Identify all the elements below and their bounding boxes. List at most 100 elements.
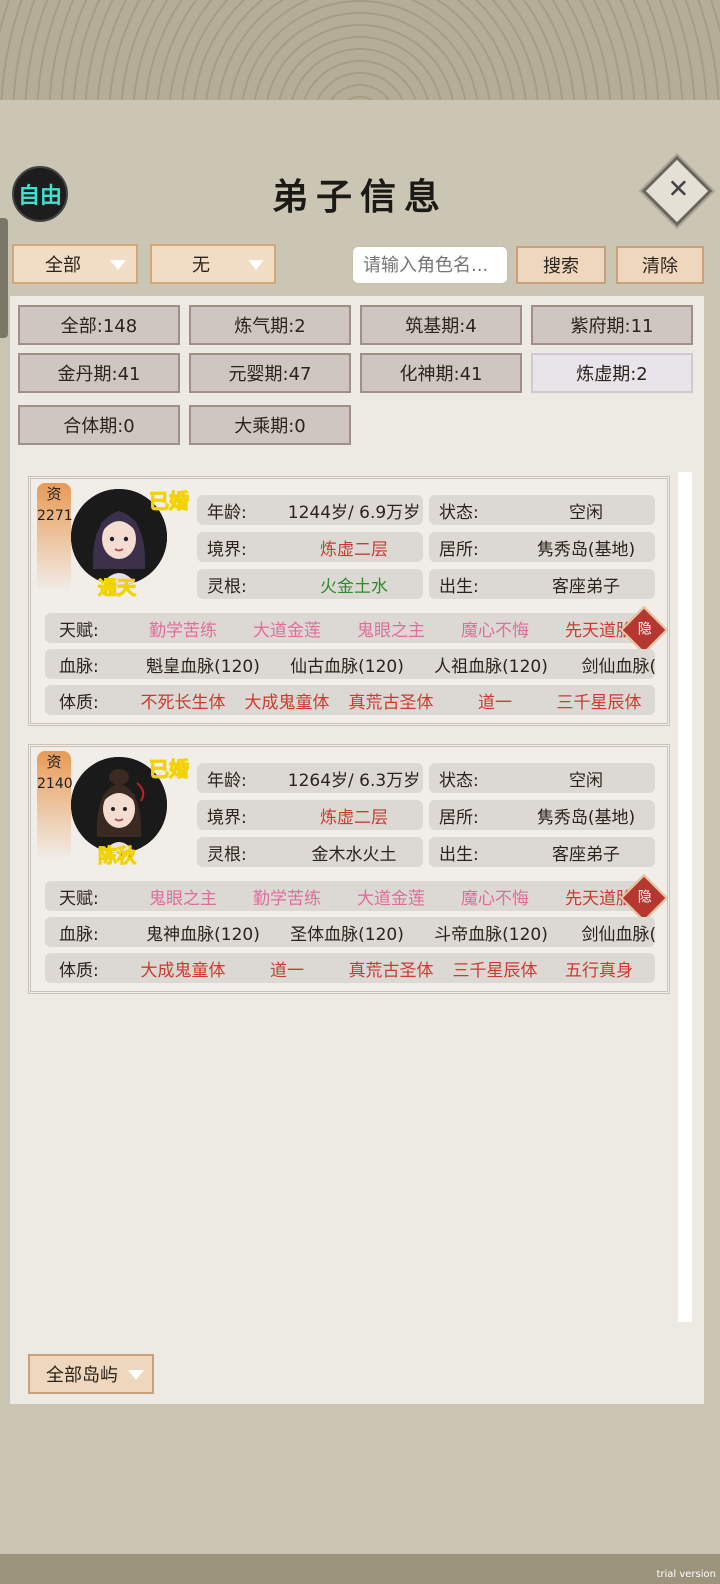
talent-item[interactable]: 鬼眼之主 [131, 884, 235, 909]
island-dropdown[interactable]: 全部岛屿 [28, 1354, 154, 1394]
physique-item[interactable]: 道一 [235, 956, 339, 981]
residence-label: 居所: [439, 807, 479, 828]
bottom-strip [0, 1554, 720, 1584]
realm-field: 境界: 炼虚二层 [197, 532, 423, 562]
bloodline-label: 血脉: [59, 656, 99, 677]
physique-item[interactable]: 大成鬼童体 [131, 956, 235, 981]
disciple-name: 通天 [97, 577, 136, 600]
bloodline-item[interactable]: 魁皇血脉(120) [131, 652, 275, 677]
talent-item[interactable]: 大道金莲 [339, 884, 443, 909]
physique-item[interactable]: 大成鬼童体 [235, 688, 339, 713]
bloodline-item[interactable]: 剑仙血脉(120 [563, 652, 655, 677]
talent-item[interactable]: 勤学苦练 [131, 616, 235, 641]
chevron-down-icon [248, 260, 264, 270]
residence-value: 隽秀岛(基地) [536, 539, 636, 560]
tab-void-refining[interactable]: 炼虚期:2 [531, 353, 693, 393]
bloodline-item[interactable]: 鬼神血脉(120) [131, 920, 275, 945]
physique-row: 体质: 不死长生体 大成鬼童体 真荒古圣体 道一 三千星辰体 [45, 685, 655, 715]
realm-field: 境界: 炼虚二层 [197, 800, 423, 830]
aptitude-value: 2140 [37, 776, 73, 792]
close-icon: ✕ [667, 174, 690, 205]
married-status: 已婚 [149, 489, 190, 514]
origin-field: 出生: 客座弟子 [429, 837, 655, 867]
tab-purple-mansion[interactable]: 紫府期:11 [531, 305, 693, 345]
filter-dropdown[interactable]: 无 [150, 244, 276, 284]
spirit-root-value: 火金土水 [320, 576, 388, 597]
spirit-root-field: 灵根: 火金土水 [197, 569, 423, 599]
category-dropdown[interactable]: 全部 [12, 244, 138, 284]
tab-mahayana[interactable]: 大乘期:0 [189, 405, 351, 445]
aptitude-char: 资 [46, 753, 62, 771]
status-value: 空闲 [569, 502, 603, 523]
aptitude-value: 2271 [37, 508, 73, 524]
physique-item[interactable]: 三千星辰体 [547, 688, 651, 713]
search-input[interactable] [352, 246, 508, 284]
age-label: 年龄: [207, 770, 247, 791]
tab-golden-core[interactable]: 金丹期:41 [18, 353, 180, 393]
physique-item[interactable]: 不死长生体 [131, 688, 235, 713]
physique-row: 体质: 大成鬼童体 道一 真荒古圣体 三千星辰体 五行真身 无 [45, 953, 655, 983]
side-handle[interactable] [0, 218, 8, 338]
realm-value: 炼虚二层 [320, 807, 388, 828]
status-field: 状态: 空闲 [429, 763, 655, 793]
origin-label: 出生: [439, 576, 479, 597]
tab-integration[interactable]: 合体期:0 [18, 405, 180, 445]
search-button[interactable]: 搜索 [516, 246, 606, 284]
talent-label: 天赋: [59, 888, 99, 909]
bloodline-item[interactable]: 仙古血脉(120) [275, 652, 419, 677]
talent-item[interactable]: 鬼眼之主 [339, 616, 443, 641]
origin-field: 出生: 客座弟子 [429, 569, 655, 599]
talent-item[interactable]: 勤学苦练 [235, 884, 339, 909]
tab-spirit-transformation[interactable]: 化神期:41 [360, 353, 522, 393]
residence-value: 隽秀岛(基地) [536, 807, 636, 828]
age-value: 1244岁/ 6.9万岁 [287, 502, 421, 523]
realm-label: 境界: [207, 807, 247, 828]
bloodline-item[interactable]: 人祖血脉(120) [419, 652, 563, 677]
talent-row: 天赋: 鬼眼之主 勤学苦练 大道金莲 魔心不悔 先天道胎 [45, 881, 655, 911]
talent-item[interactable]: 魔心不悔 [443, 616, 547, 641]
bloodline-item[interactable]: 圣体血脉(120) [275, 920, 419, 945]
talent-item[interactable]: 魔心不悔 [443, 884, 547, 909]
age-label: 年龄: [207, 502, 247, 523]
status-value: 空闲 [569, 770, 603, 791]
talent-row: 天赋: 勤学苦练 大道金莲 鬼眼之主 魔心不悔 先天道胎 [45, 613, 655, 643]
bloodline-item[interactable]: 斗帝血脉(120) [419, 920, 563, 945]
status-field: 状态: 空闲 [429, 495, 655, 525]
aptitude-badge: 资 2140 [37, 751, 73, 861]
status-label: 状态: [439, 770, 479, 791]
bloodline-item[interactable]: 剑仙血脉(120 [563, 920, 655, 945]
origin-value: 客座弟子 [552, 576, 620, 597]
talent-item[interactable]: 大道金莲 [235, 616, 339, 641]
age-field: 年龄: 1244岁/ 6.9万岁 [197, 495, 423, 525]
tab-all[interactable]: 全部:148 [18, 305, 180, 345]
physique-item[interactable]: 道一 [443, 688, 547, 713]
physique-item[interactable]: 真荒古圣体 [339, 688, 443, 713]
origin-label: 出生: [439, 844, 479, 865]
physique-item[interactable]: 三千星辰体 [443, 956, 547, 981]
category-dropdown-value: 全部 [45, 255, 81, 276]
scrollbar[interactable] [678, 472, 692, 1322]
chevron-down-icon [128, 1370, 144, 1380]
tab-qi-refining[interactable]: 炼气期:2 [189, 305, 351, 345]
physique-item[interactable]: 五行真身 [547, 956, 651, 981]
chevron-down-icon [110, 260, 126, 270]
disciple-card[interactable]: 资 2271 已婚 通天 年龄: 1244岁/ 6.9万岁 状态: 空闲 境界:… [28, 476, 670, 726]
residence-field: 居所: 隽秀岛(基地) [429, 532, 655, 562]
age-value: 1264岁/ 6.3万岁 [287, 770, 421, 791]
bloodline-row: 血脉: 鬼神血脉(120) 圣体血脉(120) 斗帝血脉(120) 剑仙血脉(1… [45, 917, 655, 947]
aptitude-badge: 资 2271 [37, 483, 73, 593]
spirit-root-value: 金木水火土 [311, 844, 397, 865]
clear-button[interactable]: 清除 [616, 246, 704, 284]
age-field: 年龄: 1264岁/ 6.3万岁 [197, 763, 423, 793]
tab-foundation[interactable]: 筑基期:4 [360, 305, 522, 345]
disciple-card[interactable]: 资 2140 已婚 陈秋 年龄: 1264岁/ 6.3万岁 状态: 空闲 境界:… [28, 744, 670, 994]
aptitude-char: 资 [46, 485, 62, 503]
married-status: 已婚 [149, 757, 190, 782]
residence-label: 居所: [439, 539, 479, 560]
physique-item[interactable]: 真荒古圣体 [339, 956, 443, 981]
physique-item[interactable]: 无 [651, 956, 655, 981]
header-wave-pattern [0, 0, 720, 106]
tab-nascent-soul[interactable]: 元婴期:47 [189, 353, 351, 393]
realm-label: 境界: [207, 539, 247, 560]
filter-dropdown-value: 无 [192, 255, 210, 276]
